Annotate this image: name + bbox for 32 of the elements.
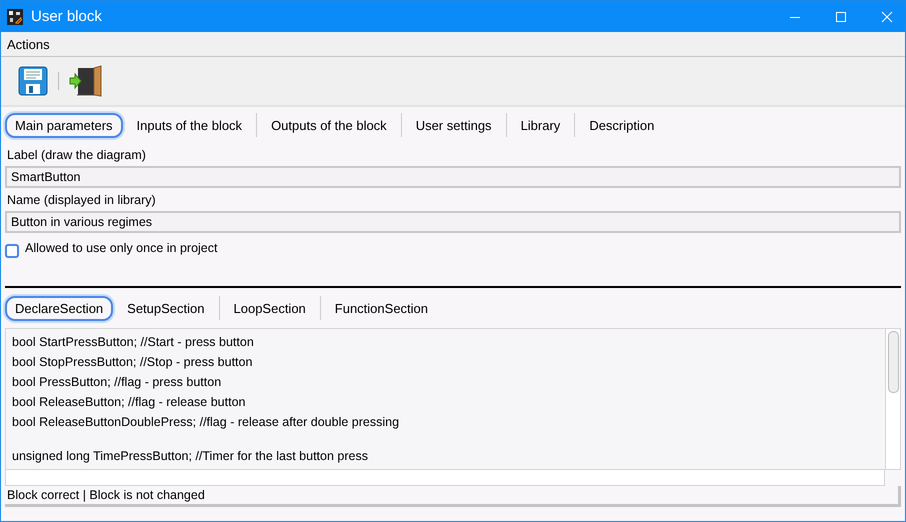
code-line: bool PressButton; //flag - press button	[12, 374, 222, 391]
code-line: bool ReleaseButtonDoublePress; //flag - release after double pressing	[12, 414, 400, 431]
tab[interactable]: Outputs of the block	[261, 112, 397, 138]
tab[interactable]: Inputs of the block	[126, 112, 252, 138]
code-line: unsigned long TimePressButton; //Timer for the last button press	[12, 448, 369, 465]
checkbox[interactable]	[5, 244, 19, 258]
menu-item[interactable]: Actions	[7, 36, 50, 52]
input-field[interactable]: SmartButton	[5, 166, 901, 188]
code-line: bool StopPressButton; //Stop - press button	[12, 354, 254, 371]
tab[interactable]: FunctionSection	[324, 296, 438, 320]
code-line: bool StartPressButton; //Start - press button	[12, 334, 255, 351]
field-label: Name (displayed in library)	[7, 193, 157, 207]
scrollbar[interactable]	[885, 329, 900, 469]
scrollbar-thumb[interactable]	[888, 331, 899, 393]
window-title: User block	[31, 8, 103, 25]
app-icon	[7, 8, 23, 24]
tab[interactable]: DeclareSection	[5, 296, 114, 320]
code-line: bool ReleaseButton; //flag - release button	[12, 394, 246, 411]
close-icon[interactable]	[881, 10, 893, 22]
horizontal-scrollbar[interactable]	[5, 470, 885, 486]
checkbox-label: Allowed to use only once in project	[25, 241, 218, 255]
tab[interactable]: Description	[579, 112, 664, 138]
status-bar: Block correct | Block is not changed	[5, 486, 901, 507]
exit-door-icon[interactable]	[69, 65, 103, 97]
tab[interactable]: Library	[510, 112, 570, 138]
input-field[interactable]: Button in various regimes	[5, 211, 901, 233]
tab[interactable]: Main parameters	[5, 112, 123, 138]
tab[interactable]: SetupSection	[117, 296, 214, 320]
field-label: Label (draw the diagram)	[7, 148, 147, 162]
tab[interactable]: LoopSection	[224, 296, 316, 320]
tab[interactable]: User settings	[406, 112, 502, 138]
maximize-icon[interactable]	[835, 10, 847, 22]
